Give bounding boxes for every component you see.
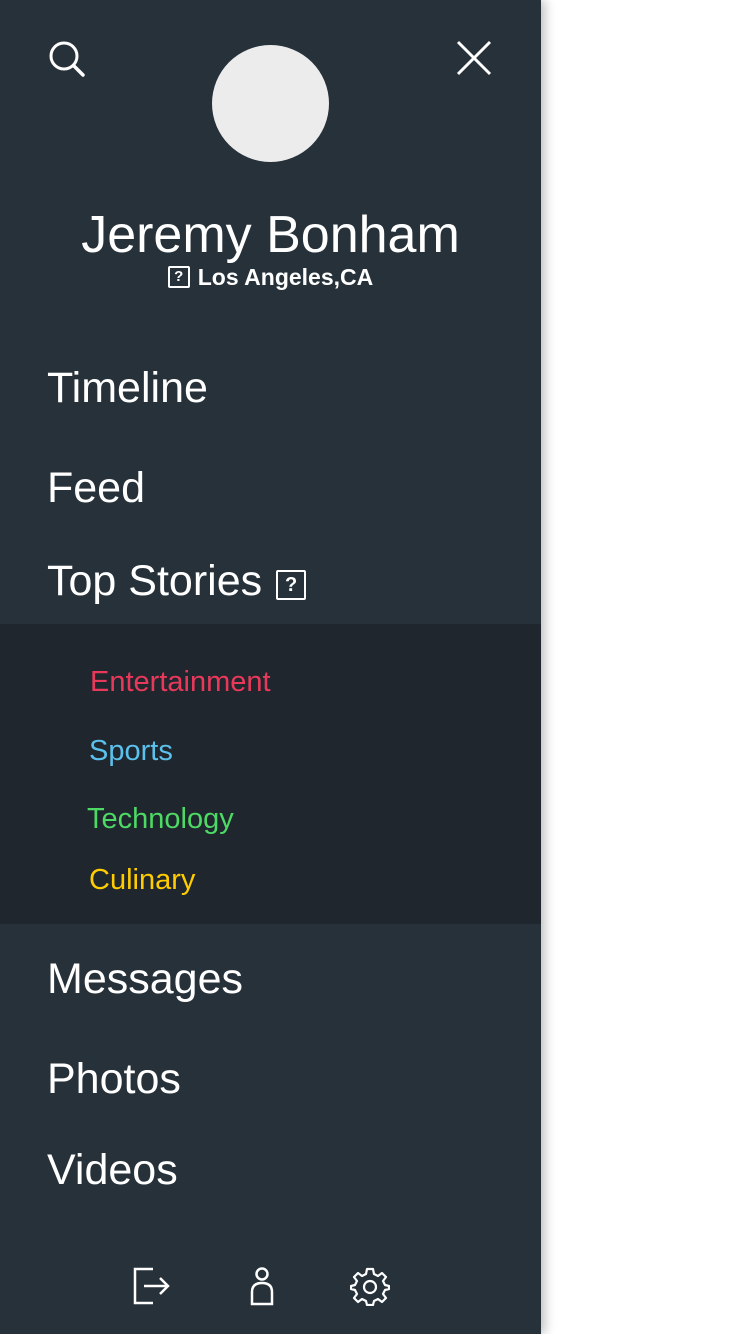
close-icon xyxy=(456,40,492,76)
nav-item-messages[interactable]: Messages xyxy=(47,951,243,1007)
profile-button[interactable] xyxy=(242,1266,282,1306)
top-stories-icon: ? xyxy=(276,570,307,600)
submenu-item-sports[interactable]: Sports xyxy=(89,733,173,769)
close-button[interactable] xyxy=(450,34,498,82)
nav-item-feed[interactable]: Feed xyxy=(47,460,145,516)
nav-item-label: Videos xyxy=(47,1146,178,1194)
location-text: Los Angeles,CA xyxy=(197,264,374,290)
submenu-item-culinary[interactable]: Culinary xyxy=(89,862,195,898)
nav-item-label: Photos xyxy=(47,1055,181,1103)
search-button[interactable] xyxy=(44,36,90,82)
top-stories-submenu: Entertainment Sports Technology Culinary xyxy=(0,624,541,924)
nav-item-label: Timeline xyxy=(47,364,208,412)
user-location: ? Los Angeles,CA xyxy=(0,262,541,292)
nav-item-label: Messages xyxy=(47,955,243,1003)
nav-item-videos[interactable]: Videos xyxy=(47,1142,178,1198)
logout-button[interactable] xyxy=(131,1266,171,1306)
settings-button[interactable] xyxy=(350,1266,390,1306)
logout-icon xyxy=(133,1267,170,1305)
navigation-drawer: Jeremy Bonham ? Los Angeles,CA Timeline … xyxy=(0,0,541,1334)
nav-item-label: Top Stories xyxy=(47,557,263,605)
nav-item-top-stories[interactable]: Top Stories ? xyxy=(47,553,307,609)
nav-item-timeline[interactable]: Timeline xyxy=(47,360,208,416)
submenu-item-entertainment[interactable]: Entertainment xyxy=(90,664,271,700)
submenu-item-technology[interactable]: Technology xyxy=(87,801,234,837)
gear-icon xyxy=(350,1267,390,1306)
avatar[interactable] xyxy=(212,45,329,162)
user-icon xyxy=(250,1267,274,1306)
nav-item-label: Feed xyxy=(47,464,146,512)
user-name: Jeremy Bonham xyxy=(81,206,460,264)
location-icon: ? xyxy=(167,266,190,288)
nav-item-photos[interactable]: Photos xyxy=(47,1051,181,1107)
search-icon xyxy=(49,41,85,77)
